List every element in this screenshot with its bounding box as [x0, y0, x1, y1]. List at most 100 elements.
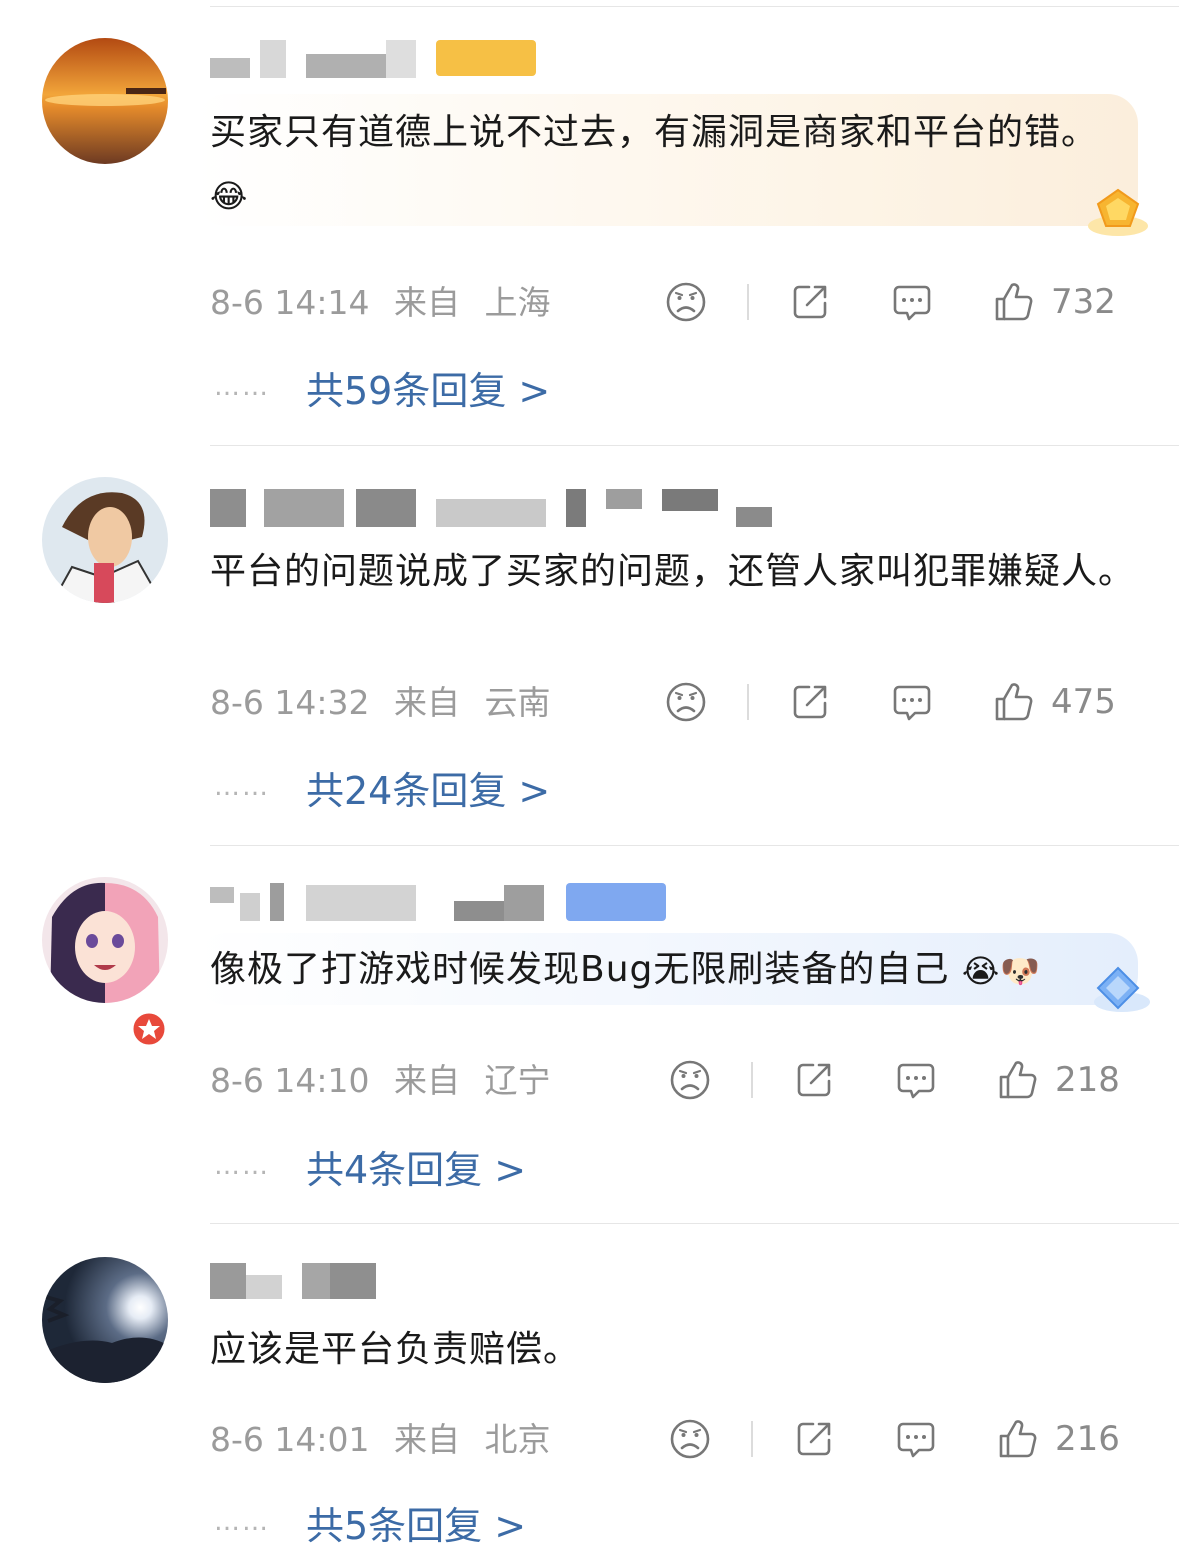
comment-text-body: 应该是平台负责赔偿。	[210, 1329, 581, 1370]
view-replies-link[interactable]: …… 共5条回复 >	[214, 1497, 527, 1548]
share-button[interactable]	[793, 1417, 835, 1461]
comment-item: 像极了打游戏时候发现Bug无限刷装备的自己 😭🐶 8-6 14:10 来自 辽宁…	[0, 845, 1179, 1225]
comment-text: 平台的问题说成了买家的问题，还管人家叫犯罪嫌疑人。	[210, 541, 1140, 603]
share-icon	[797, 1422, 831, 1456]
comment-actions: 216	[669, 1417, 1139, 1461]
comment-text-body: 像极了打游戏时候发现Bug无限刷装备的自己	[210, 949, 950, 990]
share-icon	[793, 685, 827, 719]
like-button[interactable]: 218	[997, 1058, 1120, 1102]
dislike-button[interactable]	[669, 1058, 711, 1102]
from-label: 来自	[394, 1061, 460, 1100]
view-replies-link[interactable]: …… 共24条回复 >	[214, 762, 551, 813]
comment-time: 8-6 14:14	[210, 283, 370, 322]
avatar[interactable]	[42, 1257, 168, 1383]
comment-actions: 475	[665, 680, 1135, 724]
comment-text-body: 平台的问题说成了买家的问题，还管人家叫犯罪嫌疑人。	[210, 551, 1136, 592]
like-count: 475	[1051, 682, 1116, 722]
frown-face-icon	[670, 1419, 710, 1459]
replies-count-text: 共24条回复 >	[306, 768, 551, 813]
like-count: 216	[1055, 1419, 1120, 1459]
reply-dots: ……	[214, 772, 270, 802]
reply-dots: ……	[214, 1151, 270, 1181]
comment-time: 8-6 14:32	[210, 683, 370, 722]
replies-count-text: 共4条回复 >	[306, 1147, 527, 1192]
thumbs-up-icon	[995, 683, 1033, 721]
gold-diamond-badge-icon	[1088, 188, 1148, 236]
dislike-button[interactable]	[665, 280, 707, 324]
reply-dots: ……	[214, 372, 270, 402]
comment-text: 应该是平台负责赔偿。	[210, 1319, 1140, 1381]
comment-meta: 8-6 14:01 来自 北京	[210, 1418, 565, 1462]
comment-bubble-icon	[897, 1422, 935, 1458]
comment-button[interactable]	[895, 1058, 937, 1102]
comment-time: 8-6 14:10	[210, 1061, 370, 1100]
frown-face-icon	[666, 282, 706, 322]
like-button[interactable]: 732	[993, 280, 1116, 324]
replies-count-text: 共59条回复 >	[306, 368, 551, 413]
frown-face-icon	[666, 682, 706, 722]
blue-diamond-badge-icon	[1094, 966, 1150, 1012]
username-blurred[interactable]	[210, 883, 810, 931]
share-button[interactable]	[789, 280, 831, 324]
view-replies-link[interactable]: …… 共59条回复 >	[214, 362, 551, 413]
laughing-emoji-icon: 😂	[210, 177, 249, 215]
like-button[interactable]: 475	[993, 680, 1116, 724]
comment-location: 辽宁	[484, 1061, 551, 1100]
comment-actions: 218	[669, 1058, 1139, 1102]
dislike-button[interactable]	[669, 1417, 711, 1461]
comment-meta: 8-6 14:10 来自 辽宁	[210, 1059, 565, 1103]
avatar[interactable]	[42, 877, 168, 1003]
replies-count-text: 共5条回复 >	[306, 1503, 527, 1548]
comment-item: 买家只有道德上说不过去，有漏洞是商家和平台的错。 😂 8-6 14:14 来自 …	[0, 0, 1179, 445]
like-count: 732	[1051, 282, 1116, 322]
reply-dots: ……	[214, 1507, 270, 1537]
comment-time: 8-6 14:01	[210, 1420, 370, 1459]
share-button[interactable]	[793, 1058, 835, 1102]
username-blurred[interactable]	[210, 489, 810, 537]
share-icon	[797, 1063, 831, 1097]
thumbs-up-icon	[995, 283, 1033, 321]
comment-button[interactable]	[891, 680, 933, 724]
comment-location: 上海	[484, 283, 551, 322]
comment-meta: 8-6 14:32 来自 云南	[210, 681, 565, 725]
divider	[210, 845, 1179, 846]
comment-button[interactable]	[891, 280, 933, 324]
divider	[210, 445, 1179, 446]
comment-bubble-icon	[897, 1063, 935, 1099]
view-replies-link[interactable]: …… 共4条回复 >	[214, 1141, 527, 1192]
divider	[210, 6, 1179, 7]
comment-text: 买家只有道德上说不过去，有漏洞是商家和平台的错。 😂	[210, 102, 1110, 227]
from-label: 来自	[394, 283, 460, 322]
action-separator	[751, 1062, 753, 1098]
comment-text-body: 买家只有道德上说不过去，有漏洞是商家和平台的错。	[210, 112, 1099, 153]
from-label: 来自	[394, 683, 460, 722]
divider	[210, 1223, 1179, 1224]
action-separator	[751, 1421, 753, 1457]
comment-bubble-icon	[893, 285, 931, 321]
comment-meta: 8-6 14:14 来自 上海	[210, 281, 565, 325]
action-separator	[747, 684, 749, 720]
comment-text: 像极了打游戏时候发现Bug无限刷装备的自己 😭🐶	[210, 939, 1140, 1002]
action-separator	[747, 284, 749, 320]
comment-button[interactable]	[895, 1417, 937, 1461]
comment-location: 北京	[484, 1420, 551, 1459]
avatar[interactable]	[42, 38, 168, 164]
share-icon	[793, 285, 827, 319]
comment-item: 应该是平台负责赔偿。 8-6 14:01 来自 北京 216 …… 共5条回复 …	[0, 1223, 1179, 1548]
from-label: 来自	[394, 1420, 460, 1459]
comment-item: 平台的问题说成了买家的问题，还管人家叫犯罪嫌疑人。 8-6 14:32 来自 云…	[0, 445, 1179, 1048]
like-button[interactable]: 216	[997, 1417, 1120, 1461]
dislike-button[interactable]	[665, 680, 707, 724]
comment-actions: 732	[665, 280, 1135, 324]
comment-location: 云南	[484, 683, 551, 722]
username-blurred[interactable]	[210, 1263, 810, 1311]
frown-face-icon	[670, 1060, 710, 1100]
share-button[interactable]	[789, 680, 831, 724]
thumbs-up-icon	[999, 1420, 1037, 1458]
like-count: 218	[1055, 1060, 1120, 1100]
avatar[interactable]	[42, 477, 168, 603]
crying-and-doge-emoji-icon: 😭🐶	[961, 952, 1042, 990]
thumbs-up-icon	[999, 1061, 1037, 1099]
username-blurred[interactable]	[210, 40, 810, 88]
comment-bubble-icon	[893, 685, 931, 721]
